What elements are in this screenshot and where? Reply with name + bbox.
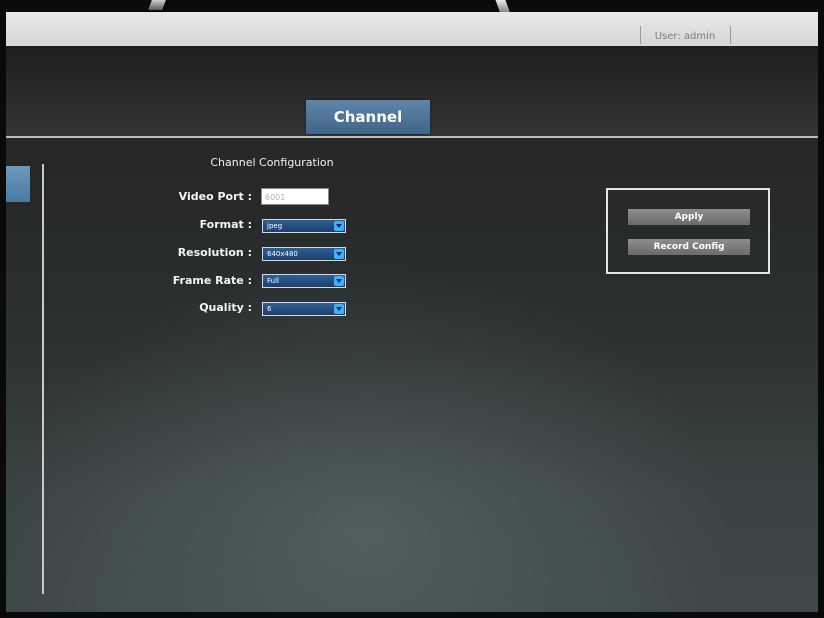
frame-rate-label: Frame Rate : xyxy=(172,274,252,287)
chevron-down-icon xyxy=(334,304,344,314)
section-title: Channel Configuration xyxy=(210,156,334,169)
top-bar-divider xyxy=(730,26,731,44)
action-panel: Apply Record Config xyxy=(606,188,770,274)
quality-label: Quality : xyxy=(199,301,252,314)
frame-rate-value: Full xyxy=(267,277,279,285)
dvr-screen: User: admin Channel Channel Configuratio… xyxy=(6,12,818,612)
chevron-down-icon xyxy=(334,221,344,231)
format-value: jpeg xyxy=(267,222,283,230)
resolution-select[interactable]: 640x480 xyxy=(262,247,346,261)
record-config-button[interactable]: Record Config xyxy=(628,239,750,255)
tab-channel[interactable]: Channel xyxy=(306,100,430,134)
top-bar: User: admin xyxy=(6,12,818,46)
quality-value: 6 xyxy=(267,305,272,313)
video-port-label: Video Port : xyxy=(178,190,252,203)
frame-rate-select[interactable]: Full xyxy=(262,274,346,288)
format-select[interactable]: jpeg xyxy=(262,219,346,233)
quality-select[interactable]: 6 xyxy=(262,302,346,316)
format-label: Format : xyxy=(199,218,252,231)
header-divider xyxy=(6,136,818,138)
bezel-glare xyxy=(148,0,166,10)
resolution-value: 640x480 xyxy=(267,250,298,258)
apply-button[interactable]: Apply xyxy=(628,209,750,225)
chevron-down-icon xyxy=(334,249,344,259)
monitor-bezel: User: admin Channel Channel Configuratio… xyxy=(0,0,824,618)
user-label: User: admin xyxy=(654,31,716,42)
chevron-down-icon xyxy=(334,276,344,286)
left-menu-active-item[interactable] xyxy=(6,166,30,202)
video-port-input[interactable]: 6001 xyxy=(261,188,329,205)
top-bar-divider xyxy=(640,26,641,44)
left-panel-divider xyxy=(42,164,44,594)
resolution-label: Resolution : xyxy=(177,246,252,259)
